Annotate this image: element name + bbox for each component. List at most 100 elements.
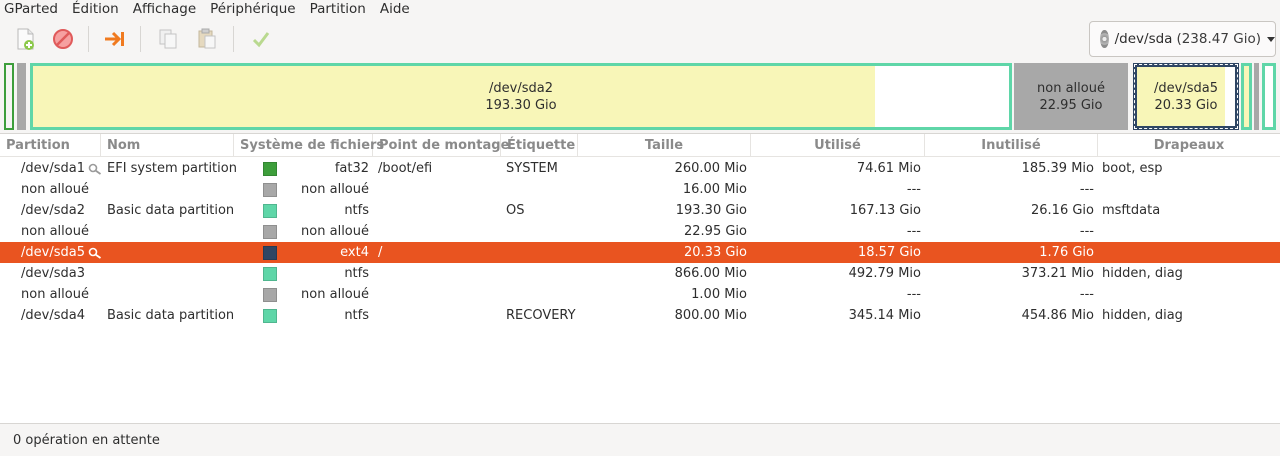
label-cell [506,179,578,200]
filesystem-color-swatch [263,225,277,239]
column-header-partition[interactable]: Partition [0,134,101,157]
menu-item[interactable]: Périphérique [203,0,302,19]
table-row[interactable]: /dev/sda1 EFI system partition fat32/boot/… [0,158,1280,179]
partition-cell: /dev/sda4 [21,305,101,326]
resize-move-button[interactable] [101,25,129,53]
column-header-size[interactable]: Taille [578,134,751,157]
toolbar: /dev/sda (238.47 Gio) [0,19,1280,61]
delete-button[interactable] [49,25,77,53]
hard-disk-icon [1100,30,1109,48]
partition-path: non alloué [21,182,89,197]
partition-block-size: 20.33 Gio [1154,97,1218,113]
partition-block-size: 22.95 Gio [1039,97,1103,113]
menu-item[interactable]: GParted [0,0,65,19]
name-cell: Basic data partition [107,308,235,323]
table-row[interactable]: non alloué non alloué 1.00 Mio --- --- [0,284,1280,305]
label-cell [506,263,578,284]
size-cell: 866.00 Mio [674,266,747,281]
paste-button[interactable] [193,25,221,53]
column-header-used[interactable]: Utilisé [751,134,925,157]
column-header-unused[interactable]: Inutilisé [925,134,1098,157]
table-row[interactable]: non alloué non alloué 22.95 Gio --- --- [0,221,1280,242]
size-cell: 20.33 Gio [684,245,747,260]
unused-cell: --- [1079,287,1094,302]
partition-block-unallocated-tiny[interactable] [1254,63,1259,130]
partition-path: non alloué [21,287,89,302]
name-cell [107,263,234,284]
key-icon [88,247,101,259]
new-partition-button[interactable] [11,25,39,53]
name-cell: Basic data partition [107,203,235,218]
menu-item[interactable]: Partition [303,0,373,19]
filesystem-cell: ntfs [344,266,369,281]
unused-cell: 373.21 Mio [1021,266,1094,281]
menu-bar: GParted Édition Affichage Périphérique Parti… [0,0,1280,19]
toolbar-separator [140,26,141,52]
size-cell: 800.00 Mio [674,308,747,323]
column-header-flags[interactable]: Drapeaux [1098,134,1280,157]
used-cell: 167.13 Gio [849,203,921,218]
partition-cell: non alloué [21,221,101,242]
column-header-mount-point[interactable]: Point de montage [373,134,509,157]
used-cell: 492.79 Mio [848,266,921,281]
table-row[interactable]: /dev/sda4 Basic data partition ntfs RECOVER… [0,305,1280,326]
used-cell: --- [906,287,921,302]
filesystem-color-swatch [263,183,277,197]
partition-block-label: non alloué [1037,80,1105,96]
filesystem-cell: fat32 [334,161,369,176]
partition-path: /dev/sda3 [21,266,85,281]
filesystem-cell: non alloué [301,182,369,197]
label-cell [506,242,578,263]
flags-cell [1102,179,1277,200]
column-header-name[interactable]: Nom [101,134,234,157]
flags-cell: hidden, diag [1102,266,1183,281]
menu-item[interactable]: Édition [65,0,126,19]
flags-cell: boot, esp [1102,161,1163,176]
partition-block-unallocated-small[interactable] [17,63,26,130]
filesystem-cell: ext4 [340,245,369,260]
partition-block-sda4[interactable] [1262,63,1276,130]
menu-item[interactable]: Aide [373,0,417,19]
label-cell [506,221,578,242]
size-cell: 16.00 Mio [682,182,747,197]
flags-cell: msftdata [1102,203,1161,218]
table-row[interactable]: /dev/sda5 ext4 / 20.33 Gio 18.57 Gio 1.76 Gio [0,242,1280,263]
partition-block-size: 193.30 Gio [485,97,557,113]
size-cell: 1.00 Mio [691,287,747,302]
partition-cell: /dev/sda1 [21,158,101,179]
filesystem-color-swatch [263,162,277,176]
mount-point-cell: / [378,245,383,260]
name-cell [107,221,234,242]
apply-button[interactable] [247,25,275,53]
mount-point-cell: /boot/efi [378,161,433,176]
copy-button[interactable] [154,25,182,53]
used-cell: --- [906,182,921,197]
column-header-label[interactable]: Étiquette [501,134,578,157]
flags-cell [1102,242,1277,263]
label-cell [506,284,578,305]
menu-item[interactable]: Affichage [126,0,203,19]
mount-point-cell [378,305,498,326]
used-cell: --- [906,224,921,239]
table-header: Partition Nom Système de fichiers Point … [0,134,1280,157]
partition-block-sda5[interactable]: /dev/sda5 20.33 Gio [1133,63,1239,130]
apply-icon [252,32,270,48]
partition-path: /dev/sda2 [21,203,85,218]
table-row[interactable]: /dev/sda2 Basic data partition ntfs OS 193.3… [0,200,1280,221]
partition-block-sda2[interactable]: /dev/sda2 193.30 Gio [30,63,1012,130]
partition-block-sda1[interactable] [4,63,14,130]
chevron-down-icon [1267,36,1275,42]
column-header-filesystem[interactable]: Système de fichiers [234,134,384,157]
filesystem-color-swatch [263,204,277,218]
partition-block-unallocated[interactable]: non alloué 22.95 Gio [1014,63,1128,130]
new-partition-icon [17,28,34,50]
partition-block-sda3[interactable] [1241,63,1252,130]
table-row[interactable]: non alloué non alloué 16.00 Mio --- --- [0,179,1280,200]
size-cell: 260.00 Mio [674,161,747,176]
filesystem-cell: ntfs [344,203,369,218]
delete-icon [53,29,73,49]
device-selector[interactable]: /dev/sda (238.47 Gio) [1089,21,1276,57]
filesystem-cell: non alloué [301,224,369,239]
name-cell [107,242,234,263]
table-row[interactable]: /dev/sda3 ntfs 866.00 Mio 492.79 Mio 373.21 … [0,263,1280,284]
